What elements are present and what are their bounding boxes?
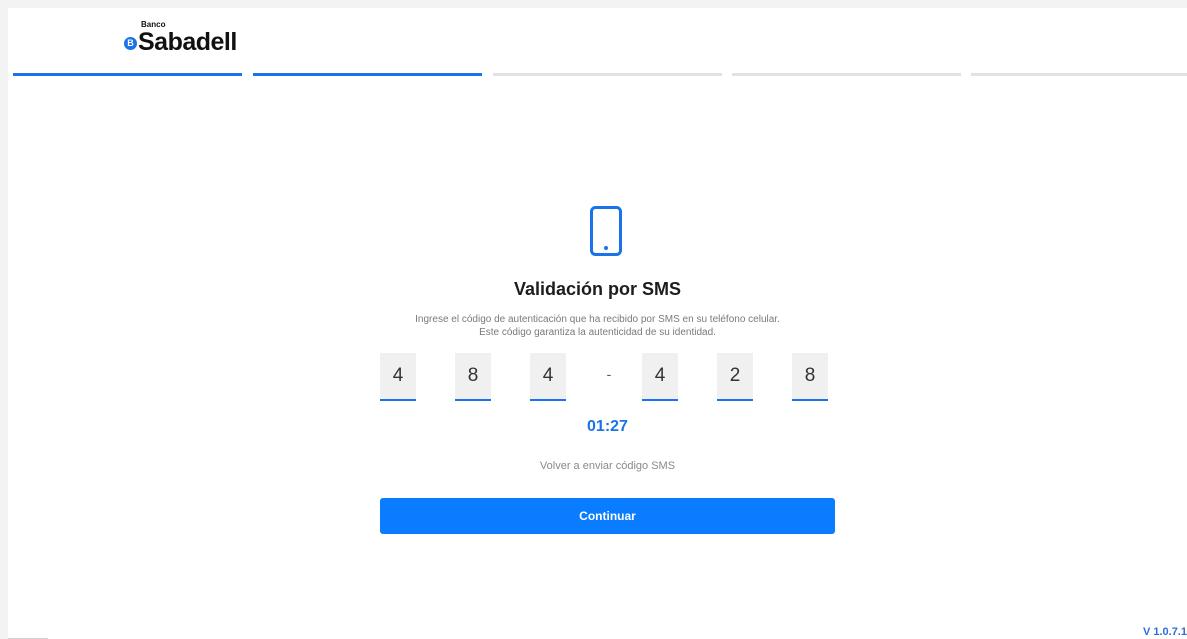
sabadell-logo: B Banco Sabadell [124, 20, 264, 60]
code-digit-3[interactable]: 4 [530, 353, 566, 401]
code-digit-2[interactable]: 8 [455, 353, 491, 401]
progress-step-4 [732, 73, 961, 76]
page-description: Ingrese el código de autenticación que h… [8, 313, 1187, 339]
countdown-timer: 01:27 [587, 418, 628, 435]
code-digit-5[interactable]: 2 [717, 353, 753, 401]
progress-steps [13, 73, 1187, 76]
logo-brand-name: Sabadell [138, 28, 237, 56]
code-separator: - [606, 366, 612, 382]
progress-step-1 [13, 73, 242, 76]
description-line-1: Ingrese el código de autenticación que h… [415, 314, 780, 325]
version-label: V 1.0.7.1 [1142, 626, 1187, 638]
continue-button[interactable]: Continuar [380, 498, 835, 534]
progress-step-2 [253, 73, 482, 76]
page-title: Validación por SMS [513, 279, 682, 299]
description-line-2: Este código garantiza la autenticidad de… [479, 327, 716, 338]
code-digit-1[interactable]: 4 [380, 353, 416, 401]
progress-step-3 [493, 73, 722, 76]
resend-sms-link[interactable]: Volver a enviar código SMS [8, 460, 1187, 472]
smartphone-icon [590, 206, 622, 256]
progress-step-5 [971, 73, 1187, 76]
page: B Banco Sabadell Validación por SMS Ingr… [8, 8, 1187, 639]
logo-badge: B [124, 37, 137, 50]
code-digit-6[interactable]: 8 [792, 353, 828, 401]
code-digit-4[interactable]: 4 [642, 353, 678, 401]
